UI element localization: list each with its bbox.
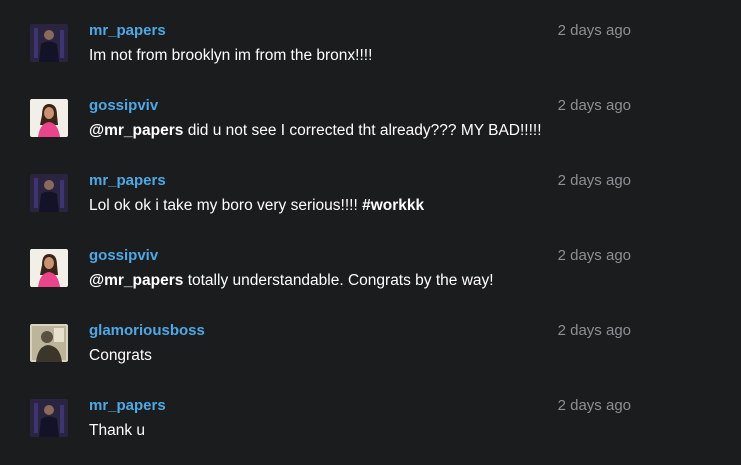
comment-body: Im not from brooklyn im from the bronx!!… bbox=[89, 47, 373, 64]
comment-body: did u not see I corrected tht already???… bbox=[183, 122, 542, 139]
comment-text: @mr_papers totally understandable. Congr… bbox=[89, 271, 494, 291]
comment-text: @mr_papers did u not see I corrected tht… bbox=[89, 121, 542, 141]
user-avatar-mr-papers-icon bbox=[30, 399, 68, 437]
comment-username[interactable]: mr_papers bbox=[89, 22, 166, 40]
comment-item: mr_papers 2 days ago Lol ok ok i take my… bbox=[0, 172, 741, 247]
avatar[interactable] bbox=[30, 249, 68, 287]
mention-link[interactable]: @mr_papers bbox=[89, 122, 183, 139]
comment-item: mr_papers 2 days ago Thank u bbox=[0, 397, 741, 465]
comment-text: Lol ok ok i take my boro very serious!!!… bbox=[89, 196, 424, 216]
comment-body: Lol ok ok i take my boro very serious!!!… bbox=[89, 197, 363, 214]
comment-text: Im not from brooklyn im from the bronx!!… bbox=[89, 46, 372, 66]
comment-feed: mr_papers 2 days ago Im not from brookly… bbox=[0, 0, 741, 465]
comment-timestamp: 2 days ago bbox=[557, 397, 631, 414]
comment-item: mr_papers 2 days ago Im not from brookly… bbox=[0, 22, 741, 97]
comment-item: gossipviv 2 days ago @mr_papers totally … bbox=[0, 247, 741, 322]
user-avatar-mr-papers-icon bbox=[30, 24, 68, 62]
comment-username[interactable]: mr_papers bbox=[89, 172, 166, 190]
mention-link[interactable]: @mr_papers bbox=[89, 272, 183, 289]
comment-text: Thank u bbox=[89, 421, 145, 441]
user-avatar-gossipviv-icon bbox=[30, 99, 68, 137]
comment-text: Congrats bbox=[89, 346, 152, 366]
avatar[interactable] bbox=[30, 24, 68, 62]
avatar[interactable] bbox=[30, 399, 68, 437]
comment-body: totally understandable. Congrats by the … bbox=[183, 272, 494, 289]
comment-timestamp: 2 days ago bbox=[557, 97, 631, 114]
user-avatar-mr-papers-icon bbox=[30, 174, 68, 212]
user-avatar-glamoriousboss-icon bbox=[30, 324, 68, 362]
comment-username[interactable]: gossipviv bbox=[89, 247, 158, 265]
comment-timestamp: 2 days ago bbox=[557, 247, 631, 264]
comment-username[interactable]: mr_papers bbox=[89, 397, 166, 415]
comment-item: glamoriousboss 2 days ago Congrats bbox=[0, 322, 741, 397]
comment-item: gossipviv 2 days ago @mr_papers did u no… bbox=[0, 97, 741, 172]
avatar[interactable] bbox=[30, 324, 68, 362]
avatar[interactable] bbox=[30, 174, 68, 212]
avatar[interactable] bbox=[30, 99, 68, 137]
comment-username[interactable]: glamoriousboss bbox=[89, 322, 205, 340]
comment-username[interactable]: gossipviv bbox=[89, 97, 158, 115]
hashtag-link[interactable]: #workkk bbox=[362, 197, 424, 214]
comment-timestamp: 2 days ago bbox=[557, 172, 631, 189]
comment-body: Congrats bbox=[89, 347, 152, 364]
comment-timestamp: 2 days ago bbox=[557, 322, 631, 339]
user-avatar-gossipviv-icon bbox=[30, 249, 68, 287]
comment-body: Thank u bbox=[89, 422, 146, 439]
comment-timestamp: 2 days ago bbox=[557, 22, 631, 39]
